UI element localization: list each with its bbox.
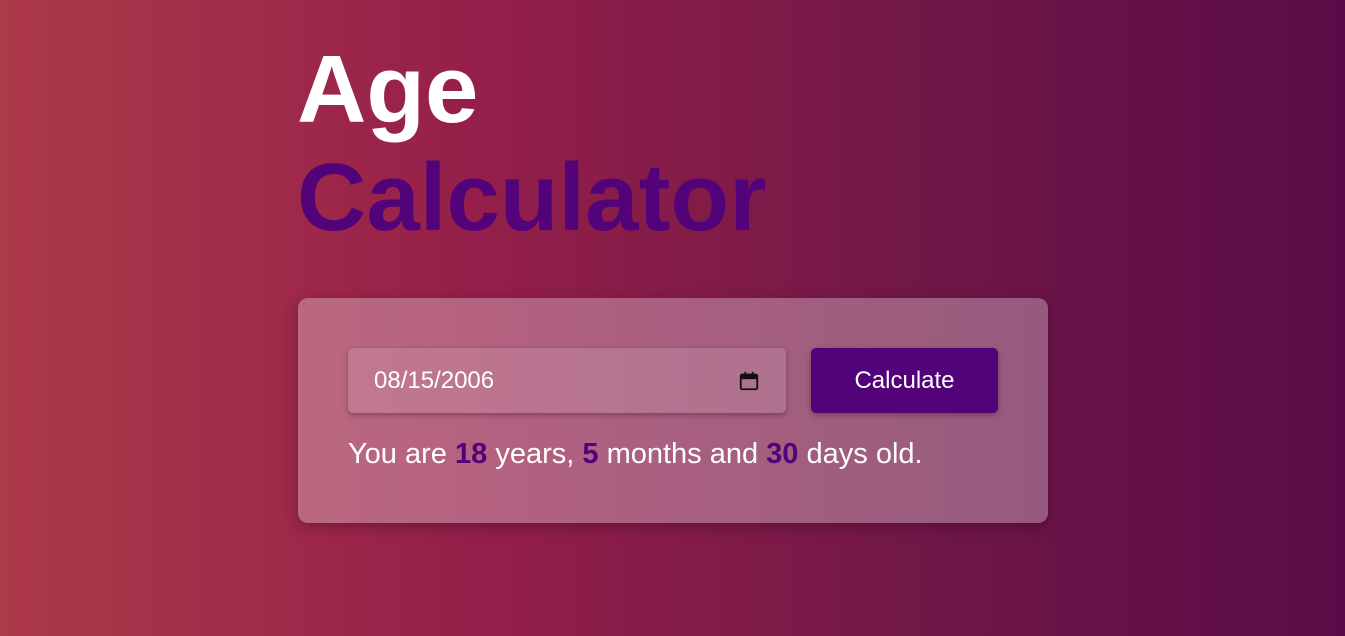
birth-date-input[interactable]: 08/15/2006 [348,348,786,413]
result-years: 18 [454,438,488,470]
result-prefix: You are [348,438,447,470]
title-age: Age [297,36,479,143]
result-months-label: months and [606,438,759,470]
age-result: You are 18 years, 5 months and 30 days o… [348,436,923,472]
calculator-card: 08/15/2006 Calculate You are 18 years, 5… [298,298,1048,523]
result-months: 5 [582,438,599,470]
calendar-icon[interactable] [738,370,760,392]
title-calculator: Calculator [297,144,767,251]
result-years-label: years, [495,438,575,470]
result-days: 30 [766,438,799,470]
birth-date-value[interactable]: 08/15/2006 [374,367,738,395]
result-days-label: days old. [806,438,923,470]
page-title: Age Calculator [297,36,766,252]
calculate-button[interactable]: Calculate [811,348,998,413]
